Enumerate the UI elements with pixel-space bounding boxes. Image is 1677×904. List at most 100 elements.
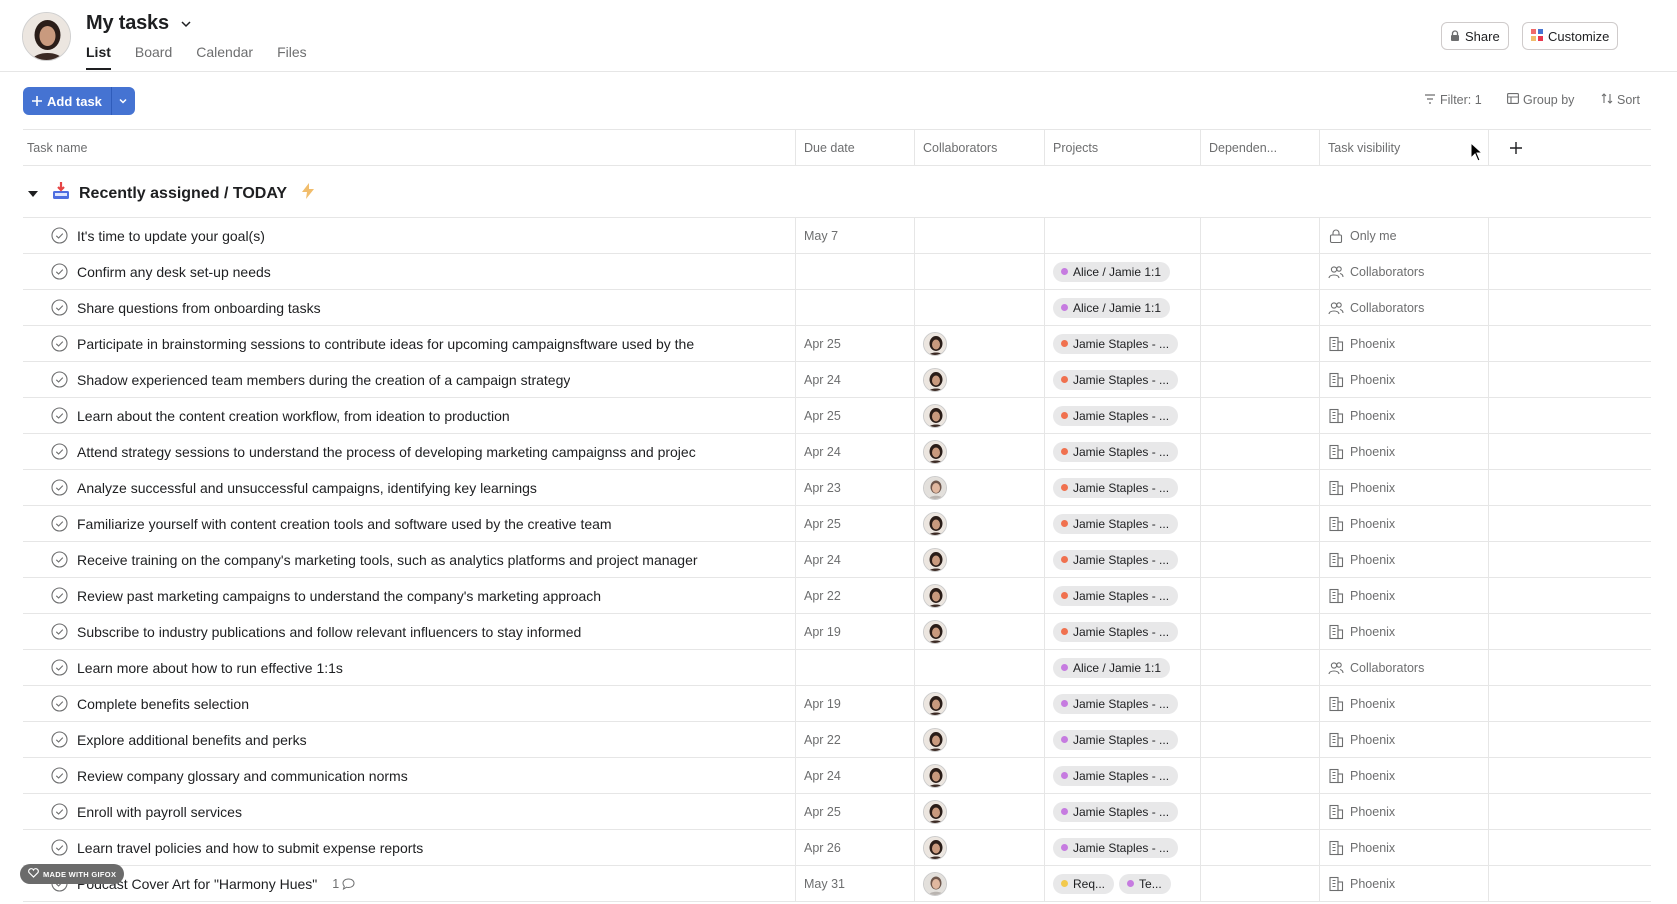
group-by-button[interactable]: Group by — [1507, 93, 1574, 107]
project-pill[interactable]: Jamie Staples - ... — [1053, 333, 1179, 354]
task-name[interactable]: Learn about the content creation workflo… — [77, 408, 510, 424]
complete-check-icon[interactable] — [51, 803, 68, 820]
task-name[interactable]: Review past marketing campaigns to under… — [77, 588, 601, 604]
complete-check-icon[interactable] — [51, 263, 68, 280]
projects-cell[interactable]: Jamie Staples - ... — [1045, 398, 1201, 433]
task-visibility-cell[interactable]: Phoenix — [1320, 758, 1489, 793]
user-avatar[interactable] — [22, 12, 71, 61]
projects-cell[interactable]: Jamie Staples - ... — [1045, 830, 1201, 865]
table-row[interactable]: Review past marketing campaigns to under… — [23, 578, 1651, 614]
dependencies-cell[interactable] — [1201, 722, 1320, 757]
task-visibility-cell[interactable]: Phoenix — [1320, 722, 1489, 757]
collaborators-cell[interactable] — [915, 542, 1045, 577]
complete-check-icon[interactable] — [51, 407, 68, 424]
table-row[interactable]: Confirm any desk set-up needs Alice / Jam… — [23, 254, 1651, 290]
task-name[interactable]: Confirm any desk set-up needs — [77, 264, 271, 280]
task-visibility-cell[interactable]: Phoenix — [1320, 506, 1489, 541]
collaborator-avatar[interactable] — [923, 691, 947, 716]
collaborator-avatar[interactable] — [923, 475, 947, 500]
complete-check-icon[interactable] — [51, 731, 68, 748]
table-row[interactable]: It's time to update your goal(s) May 7 Onl… — [23, 218, 1651, 254]
task-visibility-cell[interactable]: Phoenix — [1320, 542, 1489, 577]
task-name[interactable]: Shadow experienced team members during t… — [77, 372, 570, 388]
task-visibility-cell[interactable]: Phoenix — [1320, 794, 1489, 829]
collaborator-avatar[interactable] — [923, 439, 947, 464]
task-visibility-cell[interactable]: Only me — [1320, 218, 1489, 253]
due-date-cell[interactable]: Apr 19 — [796, 614, 915, 649]
task-name[interactable]: Attend strategy sessions to understand t… — [77, 444, 696, 460]
due-date-cell[interactable]: Apr 25 — [796, 326, 915, 361]
complete-check-icon[interactable] — [51, 839, 68, 856]
complete-check-icon[interactable] — [51, 695, 68, 712]
complete-check-icon[interactable] — [51, 479, 68, 496]
collaborator-avatar[interactable] — [923, 835, 947, 860]
table-row[interactable]: Learn more about how to run effective 1:… — [23, 650, 1651, 686]
dependencies-cell[interactable] — [1201, 434, 1320, 469]
dependencies-cell[interactable] — [1201, 290, 1320, 325]
task-visibility-cell[interactable]: Phoenix — [1320, 326, 1489, 361]
complete-check-icon[interactable] — [51, 227, 68, 244]
complete-check-icon[interactable] — [51, 623, 68, 640]
due-date-cell[interactable]: May 7 — [796, 218, 915, 253]
project-pill[interactable]: Jamie Staples - ... — [1053, 837, 1179, 858]
due-date-cell[interactable]: Apr 24 — [796, 542, 915, 577]
tab-files[interactable]: Files — [277, 44, 307, 70]
project-pill[interactable]: Alice / Jamie 1:1 — [1053, 657, 1171, 678]
column-header-projects[interactable]: Projects — [1045, 130, 1201, 165]
task-visibility-cell[interactable]: Phoenix — [1320, 434, 1489, 469]
complete-check-icon[interactable] — [51, 299, 68, 316]
collaborator-avatar[interactable] — [923, 727, 947, 752]
project-pill[interactable]: Jamie Staples - ... — [1053, 477, 1179, 498]
table-row[interactable]: Familiarize yourself with content creati… — [23, 506, 1651, 542]
dependencies-cell[interactable] — [1201, 506, 1320, 541]
task-visibility-cell[interactable]: Collaborators — [1320, 290, 1489, 325]
projects-cell[interactable]: Jamie Staples - ... — [1045, 506, 1201, 541]
dependencies-cell[interactable] — [1201, 866, 1320, 901]
dependencies-cell[interactable] — [1201, 686, 1320, 721]
table-row[interactable]: Subscribe to industry publications and f… — [23, 614, 1651, 650]
add-task-dropdown-button[interactable] — [110, 87, 135, 115]
project-pill[interactable]: Alice / Jamie 1:1 — [1053, 297, 1171, 318]
collaborators-cell[interactable] — [915, 362, 1045, 397]
collaborators-cell[interactable] — [915, 794, 1045, 829]
dependencies-cell[interactable] — [1201, 830, 1320, 865]
task-name[interactable]: Complete benefits selection — [77, 696, 249, 712]
dependencies-cell[interactable] — [1201, 254, 1320, 289]
projects-cell[interactable]: Jamie Staples - ... — [1045, 542, 1201, 577]
complete-check-icon[interactable] — [51, 443, 68, 460]
add-task-button[interactable]: Add task — [23, 87, 111, 115]
due-date-cell[interactable]: Apr 22 — [796, 722, 915, 757]
collaborators-cell[interactable] — [915, 290, 1045, 325]
collaborator-avatar[interactable] — [923, 547, 947, 572]
chevron-down-icon[interactable] — [177, 15, 195, 33]
task-name[interactable]: Enroll with payroll services — [77, 804, 242, 820]
project-pill[interactable]: Jamie Staples - ... — [1053, 441, 1179, 462]
tab-calendar[interactable]: Calendar — [196, 44, 253, 70]
collaborators-cell[interactable] — [915, 614, 1045, 649]
collaborator-avatar[interactable] — [923, 331, 947, 356]
projects-cell[interactable]: Req... Te... — [1045, 866, 1201, 901]
task-name[interactable]: Review company glossary and communicatio… — [77, 768, 408, 784]
dependencies-cell[interactable] — [1201, 398, 1320, 433]
collaborators-cell[interactable] — [915, 254, 1045, 289]
projects-cell[interactable]: Jamie Staples - ... — [1045, 578, 1201, 613]
due-date-cell[interactable]: Apr 23 — [796, 470, 915, 505]
project-pill[interactable]: Jamie Staples - ... — [1053, 369, 1179, 390]
project-pill[interactable]: Jamie Staples - ... — [1053, 693, 1179, 714]
project-pill[interactable]: Jamie Staples - ... — [1053, 729, 1179, 750]
collaborators-cell[interactable] — [915, 434, 1045, 469]
project-pill[interactable]: Jamie Staples - ... — [1053, 801, 1179, 822]
due-date-cell[interactable] — [796, 650, 915, 685]
table-row[interactable]: Participate in brainstorming sessions to… — [23, 326, 1651, 362]
dependencies-cell[interactable] — [1201, 794, 1320, 829]
task-visibility-cell[interactable]: Phoenix — [1320, 614, 1489, 649]
task-visibility-cell[interactable]: Phoenix — [1320, 398, 1489, 433]
collaborators-cell[interactable] — [915, 398, 1045, 433]
due-date-cell[interactable]: Apr 25 — [796, 794, 915, 829]
projects-cell[interactable]: Alice / Jamie 1:1 — [1045, 290, 1201, 325]
share-button[interactable]: Share — [1441, 22, 1509, 50]
collapse-triangle-icon[interactable] — [23, 190, 43, 198]
collaborators-cell[interactable] — [915, 218, 1045, 253]
due-date-cell[interactable]: Apr 24 — [796, 434, 915, 469]
projects-cell[interactable] — [1045, 218, 1201, 253]
